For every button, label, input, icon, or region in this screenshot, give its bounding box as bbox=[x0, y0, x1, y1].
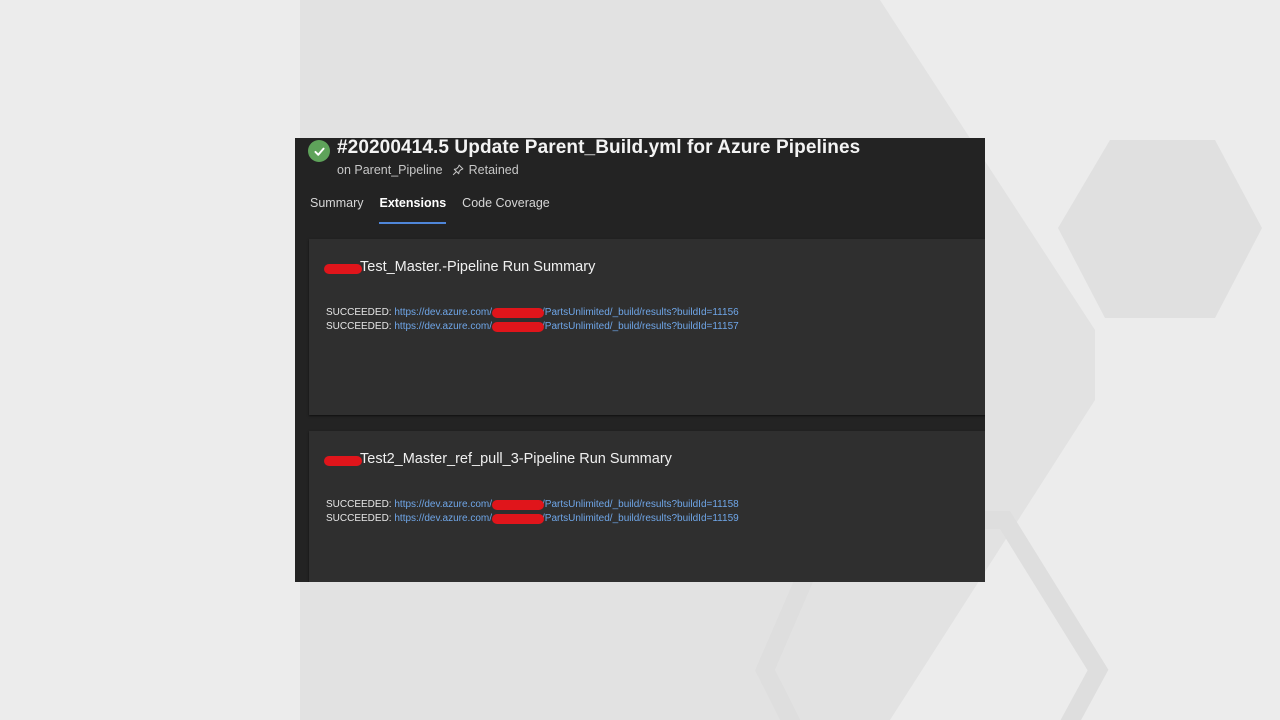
pipeline-name-link[interactable]: on Parent_Pipeline bbox=[337, 163, 443, 177]
card-title-text: Test_Master.-Pipeline Run Summary bbox=[360, 259, 596, 275]
retained-label: Retained bbox=[468, 163, 519, 177]
result-status: SUCCEEDED: bbox=[326, 513, 392, 524]
redaction-mark bbox=[492, 308, 544, 318]
redaction-mark bbox=[492, 500, 544, 510]
run-title: #20200414.5 Update Parent_Build.yml for … bbox=[337, 138, 861, 158]
result-line: SUCCEEDED: https://dev.azure.com//PartsU… bbox=[326, 307, 739, 318]
redaction-mark bbox=[324, 456, 362, 466]
result-status: SUCCEEDED: bbox=[326, 499, 392, 510]
result-line: SUCCEEDED: https://dev.azure.com//PartsU… bbox=[326, 513, 739, 524]
background-hexagon-right bbox=[1058, 140, 1262, 318]
tab-extensions[interactable]: Extensions bbox=[379, 196, 446, 224]
extension-card: Test2_Master_ref_pull_3-Pipeline Run Sum… bbox=[309, 431, 985, 582]
pin-icon bbox=[452, 164, 464, 176]
run-header: #20200414.5 Update Parent_Build.yml for … bbox=[295, 138, 985, 178]
card-title: Test_Master.-Pipeline Run Summary bbox=[324, 259, 596, 275]
run-subtitle: on Parent_Pipeline Retained bbox=[337, 163, 519, 177]
result-status: SUCCEEDED: bbox=[326, 321, 392, 332]
redaction-mark bbox=[324, 264, 362, 274]
pipeline-run-panel: #20200414.5 Update Parent_Build.yml for … bbox=[295, 138, 985, 582]
redaction-mark bbox=[492, 514, 544, 524]
card-title-text: Test2_Master_ref_pull_3-Pipeline Run Sum… bbox=[360, 451, 672, 467]
result-line: SUCCEEDED: https://dev.azure.com//PartsU… bbox=[326, 321, 739, 332]
extension-card: Test_Master.-Pipeline Run Summary SUCCEE… bbox=[309, 239, 985, 415]
result-status: SUCCEEDED: bbox=[326, 307, 392, 318]
result-link[interactable]: https://dev.azure.com//PartsUnlimited/_b… bbox=[394, 321, 738, 332]
success-check-icon bbox=[308, 140, 330, 162]
redaction-mark bbox=[492, 322, 544, 332]
result-link[interactable]: https://dev.azure.com//PartsUnlimited/_b… bbox=[394, 513, 738, 524]
result-link[interactable]: https://dev.azure.com//PartsUnlimited/_b… bbox=[394, 499, 738, 510]
result-line: SUCCEEDED: https://dev.azure.com//PartsU… bbox=[326, 499, 739, 510]
result-link[interactable]: https://dev.azure.com//PartsUnlimited/_b… bbox=[394, 307, 738, 318]
run-tabs: Summary Extensions Code Coverage bbox=[310, 196, 566, 224]
tab-summary[interactable]: Summary bbox=[310, 196, 363, 224]
card-title: Test2_Master_ref_pull_3-Pipeline Run Sum… bbox=[324, 451, 672, 467]
tab-code-coverage[interactable]: Code Coverage bbox=[462, 196, 550, 224]
